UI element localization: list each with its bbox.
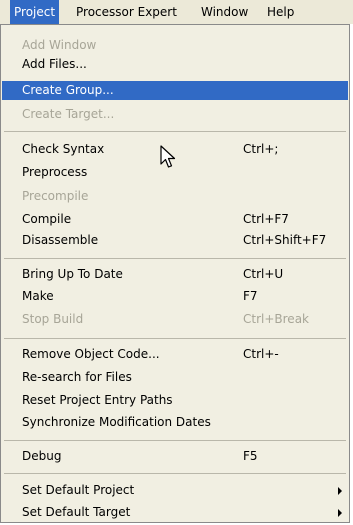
menu-item-label: Set Default Project	[22, 483, 135, 497]
menu-item-shortcut: Ctrl+F7	[243, 212, 289, 226]
menu-item-label: Create Target...	[22, 107, 115, 121]
menu-item-shortcut: Ctrl+U	[243, 267, 284, 281]
menu-item-shortcut: F7	[243, 289, 258, 303]
menu-item-add-window[interactable]: Add Window	[1, 36, 349, 55]
menu-item-label: Debug	[22, 449, 62, 463]
menu-item-label: Make	[22, 289, 54, 303]
menu-item-label: Re-search for Files	[22, 370, 132, 384]
menu-separator	[4, 131, 346, 132]
menu-item-synchronize-modification-dates[interactable]: Synchronize Modification Dates	[1, 413, 349, 432]
menu-item-create-target[interactable]: Create Target...	[1, 105, 349, 124]
project-menu-dropdown: Add Window Add Files... Create Group... …	[0, 24, 350, 523]
submenu-arrow-icon	[338, 487, 342, 495]
menu-item-shortcut: F5	[243, 449, 258, 463]
menu-item-precompile[interactable]: Precompile	[1, 187, 349, 206]
menu-item-shortcut: Ctrl+;	[243, 142, 279, 156]
mouse-cursor-icon	[160, 145, 176, 168]
menu-item-label: Synchronize Modification Dates	[22, 415, 211, 429]
menu-project[interactable]: Project	[10, 0, 60, 24]
menu-item-bring-up-to-date[interactable]: Bring Up To Date Ctrl+U	[1, 265, 349, 284]
menu-item-label: Compile	[22, 212, 72, 226]
submenu-arrow-icon	[338, 509, 342, 517]
menu-item-add-files[interactable]: Add Files...	[1, 55, 349, 74]
menu-item-label: Set Default Target	[22, 505, 131, 519]
menu-separator	[4, 473, 346, 474]
menu-item-label: Check Syntax	[22, 142, 105, 156]
menu-help[interactable]: Help	[267, 0, 294, 24]
menu-item-label: Preprocess	[22, 165, 88, 179]
menu-item-compile[interactable]: Compile Ctrl+F7	[1, 210, 349, 229]
menu-processor-expert[interactable]: Processor Expert	[76, 0, 177, 24]
menu-separator	[4, 338, 346, 339]
menu-item-disassemble[interactable]: Disassemble Ctrl+Shift+F7	[1, 231, 349, 250]
menu-item-label: Reset Project Entry Paths	[22, 393, 173, 407]
menu-bar: Project Processor Expert Window Help	[0, 0, 353, 24]
menu-item-research-files[interactable]: Re-search for Files	[1, 368, 349, 387]
menu-item-set-default-project[interactable]: Set Default Project	[1, 481, 349, 500]
menu-item-reset-project-entry-paths[interactable]: Reset Project Entry Paths	[1, 391, 349, 410]
menu-item-label: Create Group...	[22, 83, 114, 97]
menu-window[interactable]: Window	[201, 0, 248, 24]
menu-item-label: Stop Build	[22, 312, 84, 326]
menu-item-label: Add Files...	[22, 57, 87, 71]
menu-item-label: Bring Up To Date	[22, 267, 123, 281]
menu-item-debug[interactable]: Debug F5	[1, 447, 349, 466]
menu-separator	[4, 258, 346, 259]
menu-item-label: Disassemble	[22, 233, 99, 247]
menu-item-shortcut: Ctrl+Break	[243, 312, 309, 326]
menu-item-label: Add Window	[22, 38, 97, 52]
menu-item-remove-object-code[interactable]: Remove Object Code... Ctrl+-	[1, 345, 349, 364]
menu-item-make[interactable]: Make F7	[1, 287, 349, 306]
menu-item-label: Precompile	[22, 189, 89, 203]
menu-item-create-group[interactable]: Create Group...	[2, 81, 348, 100]
menu-item-shortcut: Ctrl+Shift+F7	[243, 233, 327, 247]
menu-item-set-default-target[interactable]: Set Default Target	[1, 503, 349, 522]
menu-item-stop-build[interactable]: Stop Build Ctrl+Break	[1, 310, 349, 329]
menu-item-label: Remove Object Code...	[22, 347, 160, 361]
menu-item-shortcut: Ctrl+-	[243, 347, 279, 361]
menu-separator	[4, 440, 346, 441]
